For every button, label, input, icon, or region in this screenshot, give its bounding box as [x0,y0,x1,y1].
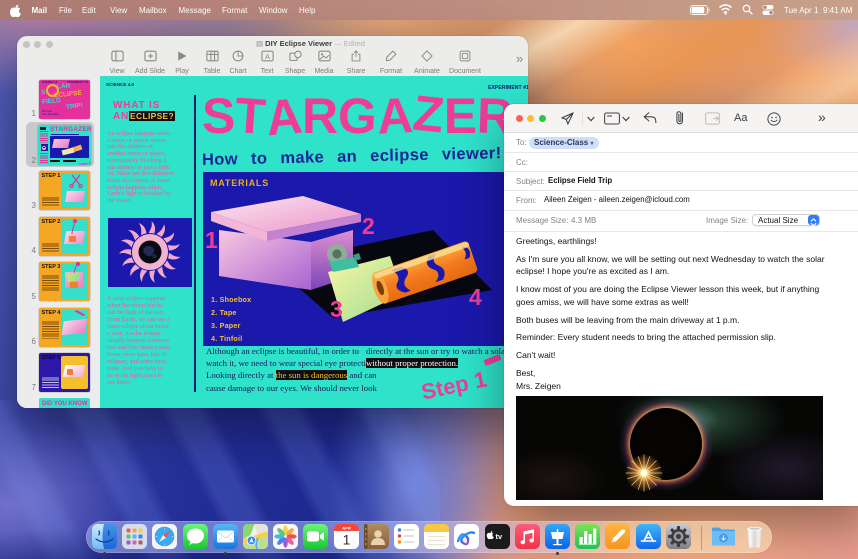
svg-text:A: A [265,52,270,61]
svg-text:APR: APR [342,525,351,530]
svg-text:tv: tv [495,532,502,541]
svg-text:1: 1 [342,532,350,548]
